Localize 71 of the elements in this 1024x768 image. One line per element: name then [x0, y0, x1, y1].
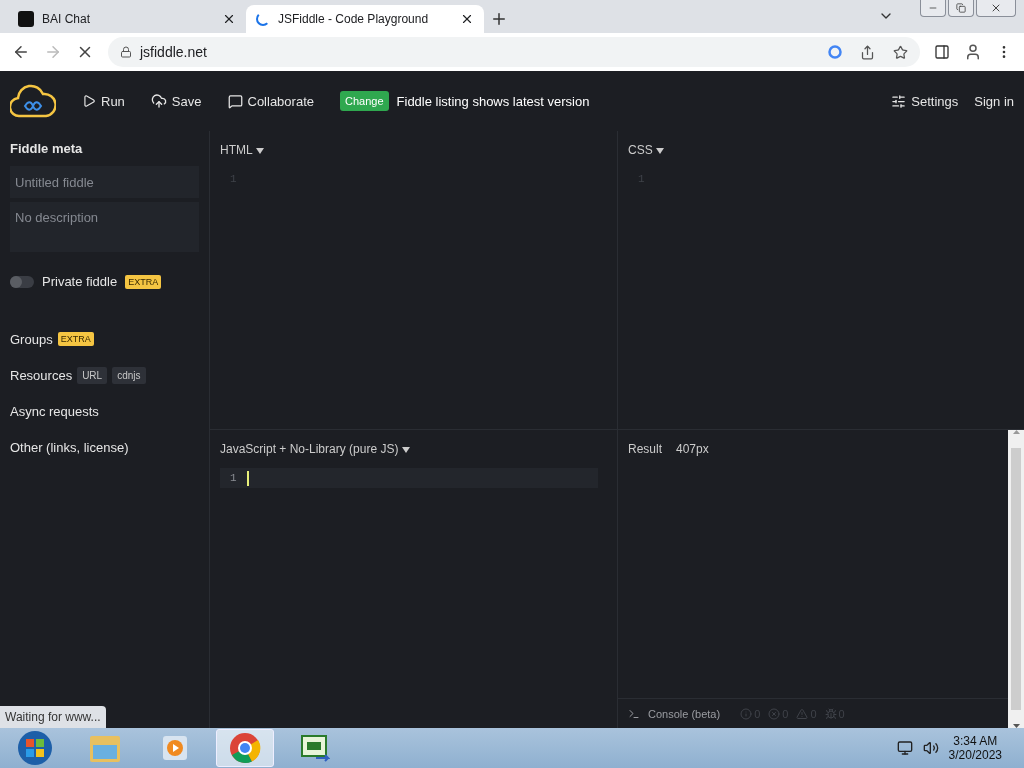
extra-tag: EXTRA — [57, 332, 94, 346]
sidebar-title: Fiddle meta — [10, 141, 84, 156]
line-number: 1 — [230, 472, 237, 484]
result-width: 407px — [676, 442, 709, 456]
scrollbar[interactable] — [1008, 430, 1024, 728]
tab-title: JSFiddle - Code Playground — [278, 12, 430, 26]
star-icon[interactable] — [893, 44, 908, 60]
sign-in-link[interactable]: Sign in — [974, 93, 1014, 109]
back-icon[interactable] — [12, 43, 30, 61]
taskbar-app[interactable] — [216, 729, 274, 767]
clock[interactable]: 3:34 AM 3/20/2023 — [948, 734, 1002, 762]
close-icon[interactable] — [460, 12, 474, 26]
resource-tag[interactable]: cdnjs — [112, 366, 146, 384]
bug-icon — [824, 707, 837, 720]
media-player-icon — [161, 734, 189, 762]
private-toggle[interactable] — [10, 275, 34, 288]
result-label: Result — [628, 442, 662, 456]
editor-language-dropdown[interactable]: HTML — [220, 143, 264, 157]
browser-tab[interactable]: JSFiddle - Code Playground — [246, 5, 484, 33]
tab-title: BAI Chat — [42, 12, 92, 26]
new-tab-icon[interactable] — [490, 10, 508, 28]
sidebar-section-link[interactable]: Resources — [10, 367, 73, 383]
start-orb-icon — [17, 730, 53, 766]
address-bar[interactable]: jsfiddle.net — [108, 37, 920, 67]
play-icon — [82, 94, 96, 108]
settings-button[interactable]: Settings — [891, 93, 959, 109]
browser-tab[interactable]: BAI Chat — [8, 5, 246, 33]
editor-language-dropdown[interactable]: CSS — [628, 143, 665, 157]
close-icon — [990, 2, 1002, 14]
cloud-upload-icon — [150, 93, 167, 109]
terminal-icon — [628, 707, 640, 720]
caret-icon — [401, 447, 410, 453]
speech-bubble-icon — [227, 93, 243, 109]
code-window-icon — [300, 734, 330, 762]
chrome-icon — [229, 732, 261, 764]
close-window-button[interactable] — [976, 0, 1016, 17]
resource-tag[interactable]: URL — [77, 366, 108, 384]
notice-text: Fiddle listing shows latest version — [396, 93, 590, 109]
error-icon — [768, 707, 781, 720]
extra-tag: EXTRA — [125, 274, 162, 289]
site-icon — [18, 11, 34, 27]
close-icon[interactable] — [222, 12, 236, 26]
info-icon — [740, 707, 753, 720]
title-field[interactable]: Untitled fiddle — [10, 166, 199, 198]
restore-button[interactable] — [948, 0, 974, 17]
side-panel-icon[interactable] — [934, 44, 950, 60]
profile-icon[interactable] — [964, 43, 982, 61]
editor-language-dropdown[interactable]: JavaScript + No-Library (pure JS) — [220, 442, 410, 456]
cloud-logo[interactable] — [10, 84, 56, 118]
caret-icon — [255, 148, 264, 154]
sidebar-section-link[interactable]: Groups — [10, 331, 53, 347]
folder-icon — [89, 733, 121, 763]
sidebar-section-link[interactable]: Other (links, license) — [10, 439, 129, 455]
console-label: Console (beta) — [648, 707, 721, 720]
caret-icon — [656, 148, 665, 154]
status-bubble: Waiting for www... — [0, 706, 106, 728]
text-cursor — [246, 470, 249, 486]
save-button[interactable]: Save — [150, 93, 202, 109]
collaborate-button[interactable]: Collaborate — [227, 93, 314, 109]
sidebar-section-link[interactable]: Async requests — [10, 403, 99, 419]
restore-icon — [956, 3, 966, 13]
share-icon[interactable] — [860, 44, 875, 60]
volume-icon[interactable] — [922, 740, 939, 756]
lock-icon — [120, 46, 132, 58]
run-button[interactable]: Run — [82, 93, 125, 109]
url-text: jsfiddle.net — [140, 44, 208, 60]
warning-icon — [796, 707, 809, 720]
minimize-button[interactable] — [920, 0, 946, 17]
private-label: Private fiddle — [42, 274, 118, 289]
sliders-icon — [891, 93, 907, 109]
description-field[interactable]: No description — [10, 202, 199, 252]
